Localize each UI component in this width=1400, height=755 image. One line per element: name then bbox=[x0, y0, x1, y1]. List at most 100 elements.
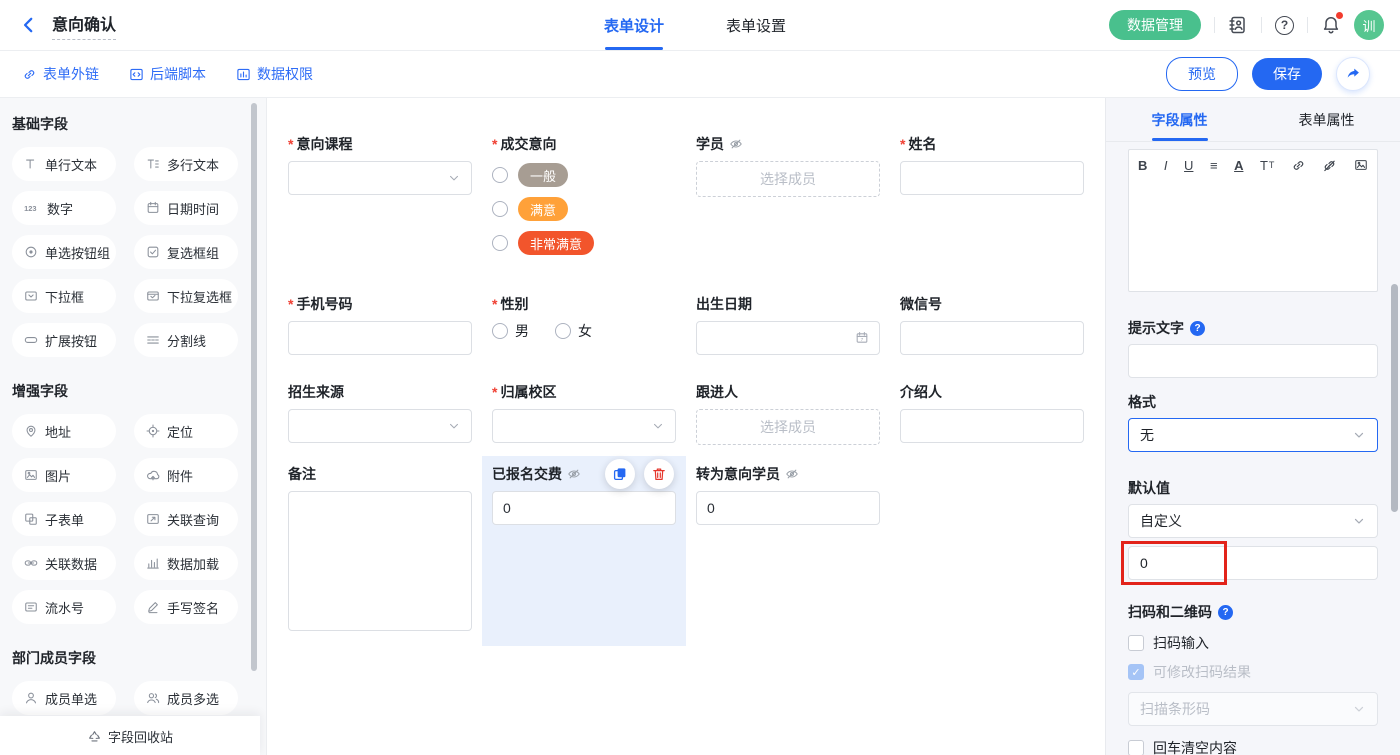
toolbar-link-script[interactable]: 后端脚本 bbox=[129, 64, 206, 84]
sidebar-scrollbar[interactable] bbox=[251, 103, 257, 671]
preview-button[interactable]: 预览 bbox=[1166, 57, 1238, 91]
sidebar-item-member-multi[interactable]: 成员多选 bbox=[134, 681, 238, 715]
sidebar-item-text-single[interactable]: 单行文本 bbox=[12, 147, 116, 181]
option-tag: 满意 bbox=[518, 197, 568, 221]
canvas-field[interactable]: *意向课程 bbox=[278, 126, 482, 286]
toolbar-actions: 预览 保存 bbox=[1166, 57, 1370, 91]
sidebar-item-text-multi[interactable]: 多行文本 bbox=[134, 147, 238, 181]
sidebar-item-multi-select[interactable]: 下拉复选框 bbox=[134, 279, 238, 313]
checkbox-checked-icon[interactable] bbox=[1128, 664, 1144, 680]
field-label: 归属校区 bbox=[500, 382, 556, 402]
image-icon bbox=[24, 468, 38, 482]
format-label: 格式 bbox=[1128, 392, 1378, 412]
share-button[interactable] bbox=[1336, 57, 1370, 91]
avatar[interactable]: 训 bbox=[1354, 10, 1384, 40]
toolbar-link-link[interactable]: 表单外链 bbox=[22, 64, 99, 84]
sidebar-item-radio-group[interactable]: 单选按钮组 bbox=[12, 235, 116, 269]
palette-grid: 单行文本 多行文本 123数字日期时间单选按钮组复选框组下拉框下拉复选框扩展按钮分割… bbox=[12, 147, 254, 357]
help-icon[interactable] bbox=[1275, 16, 1294, 35]
sidebar-item-serial[interactable]: 流水号 bbox=[12, 590, 116, 624]
image-icon[interactable] bbox=[1354, 158, 1368, 172]
bell-icon[interactable] bbox=[1321, 15, 1341, 35]
canvas-field[interactable]: 招生来源 bbox=[278, 374, 482, 456]
canvas-field[interactable]: 出生日期7 bbox=[686, 286, 890, 374]
member-picker-button: 选择成员 bbox=[696, 161, 880, 197]
checkbox-clear-on-enter[interactable]: 回车清空内容 bbox=[1128, 739, 1378, 755]
sidebar-item-attachment[interactable]: 附件 bbox=[134, 458, 238, 492]
rich-text-area[interactable] bbox=[1129, 178, 1377, 291]
sidebar-item-address[interactable]: 地址 bbox=[12, 414, 116, 448]
multi-select-icon bbox=[146, 289, 160, 303]
align-icon[interactable]: ≡ bbox=[1210, 158, 1218, 173]
palette-grid: 地址定位图片 附件子表单关联查询关联数据数据加载流水号手写签名 bbox=[12, 414, 254, 624]
default-value-input[interactable]: 0 bbox=[1128, 546, 1378, 580]
sidebar-item-signature[interactable]: 手写签名 bbox=[134, 590, 238, 624]
default-value-select[interactable]: 自定义 bbox=[1128, 504, 1378, 538]
tab-form-settings[interactable]: 表单设置 bbox=[726, 0, 786, 50]
toolbar-link-permission[interactable]: 数据权限 bbox=[236, 64, 313, 84]
sidebar-item-image[interactable]: 图片 bbox=[12, 458, 116, 492]
format-select[interactable]: 无 bbox=[1128, 418, 1378, 452]
script-icon bbox=[129, 67, 144, 82]
sidebar-item-datetime[interactable]: 日期时间 bbox=[134, 191, 238, 225]
sidebar-item-member-single[interactable]: 成员单选 bbox=[12, 681, 116, 715]
tab-form-design[interactable]: 表单设计 bbox=[604, 0, 664, 50]
canvas-field[interactable]: *姓名 bbox=[890, 126, 1094, 286]
sidebar-item-extend-button[interactable]: 扩展按钮 bbox=[12, 323, 116, 357]
canvas-field[interactable]: 转为意向学员0 bbox=[686, 456, 890, 646]
sidebar-item-locate[interactable]: 定位 bbox=[134, 414, 238, 448]
sidebar-item-divider[interactable]: 分割线 bbox=[134, 323, 238, 357]
help-icon[interactable] bbox=[1190, 321, 1205, 336]
sidebar-item-checkbox-group[interactable]: 复选框组 bbox=[134, 235, 238, 269]
italic-icon[interactable]: I bbox=[1164, 158, 1168, 173]
canvas-field[interactable]: *成交意向一般满意非常满意 bbox=[482, 126, 686, 286]
tab-field-properties[interactable]: 字段属性 bbox=[1106, 98, 1253, 141]
canvas-field[interactable]: 学员选择成员 bbox=[686, 126, 890, 286]
copy-field-button[interactable] bbox=[605, 459, 635, 489]
canvas-field[interactable]: *手机号码 bbox=[278, 286, 482, 374]
canvas-field[interactable]: 微信号 bbox=[890, 286, 1094, 374]
canvas-field[interactable]: 跟进人选择成员 bbox=[686, 374, 890, 456]
field-recycle-bin[interactable]: 字段回收站 bbox=[0, 716, 260, 755]
checkbox-scan-input[interactable]: 扫码输入 bbox=[1128, 634, 1378, 652]
canvas-field[interactable]: 已报名交费0 bbox=[482, 456, 686, 646]
sidebar-item-label: 成员多选 bbox=[167, 689, 219, 708]
checkbox-icon[interactable] bbox=[1128, 635, 1144, 651]
sidebar-item-subform[interactable]: 子表单 bbox=[12, 502, 116, 536]
canvas-field[interactable]: 介绍人 bbox=[890, 374, 1094, 456]
canvas-field[interactable]: 备注 bbox=[278, 456, 482, 646]
checkbox-editable-scan-result[interactable]: 可修改扫码结果 bbox=[1128, 663, 1378, 681]
tab-form-properties[interactable]: 表单属性 bbox=[1253, 98, 1400, 141]
sidebar-item-link-data[interactable]: 关联数据 bbox=[12, 546, 116, 580]
data-manage-button[interactable]: 数据管理 bbox=[1109, 10, 1201, 40]
sidebar-item-select[interactable]: 下拉框 bbox=[12, 279, 116, 313]
scan-mode-select[interactable]: 扫描条形码 bbox=[1128, 692, 1378, 726]
sidebar-item-number[interactable]: 123数字 bbox=[12, 191, 116, 225]
sidebar-item-label: 单行文本 bbox=[45, 155, 97, 174]
field-label-row: *性别 bbox=[492, 294, 676, 314]
panel-scrollbar[interactable] bbox=[1391, 284, 1398, 512]
canvas-field[interactable]: *性别男女 bbox=[482, 286, 686, 374]
sidebar-item-label: 多行文本 bbox=[167, 155, 219, 174]
radio-icon bbox=[492, 167, 508, 183]
font-size-icon[interactable]: TT bbox=[1260, 158, 1274, 173]
sidebar-item-lookup[interactable]: 关联查询 bbox=[134, 502, 238, 536]
checkbox-icon[interactable] bbox=[1128, 740, 1144, 755]
sidebar-item-label: 附件 bbox=[167, 466, 193, 485]
link-icon[interactable] bbox=[1291, 158, 1306, 173]
unlink-icon[interactable] bbox=[1322, 158, 1337, 173]
font-color-icon[interactable]: A bbox=[1234, 158, 1243, 173]
hint-text-input[interactable] bbox=[1128, 344, 1378, 378]
canvas-field[interactable]: *归属校区 bbox=[482, 374, 686, 456]
delete-field-button[interactable] bbox=[644, 459, 674, 489]
save-button[interactable]: 保存 bbox=[1252, 58, 1322, 90]
address-book-icon[interactable] bbox=[1228, 15, 1248, 35]
bold-icon[interactable]: B bbox=[1138, 158, 1147, 173]
sidebar-item-data-load[interactable]: 数据加载 bbox=[134, 546, 238, 580]
help-icon[interactable] bbox=[1218, 605, 1233, 620]
underline-icon[interactable]: U bbox=[1184, 158, 1193, 173]
form-title[interactable]: 意向确认 bbox=[52, 11, 116, 40]
back-button[interactable] bbox=[20, 16, 38, 34]
canvas-row: 招生来源*归属校区跟进人选择成员介绍人 bbox=[278, 374, 1105, 456]
field-label: 姓名 bbox=[908, 134, 936, 154]
